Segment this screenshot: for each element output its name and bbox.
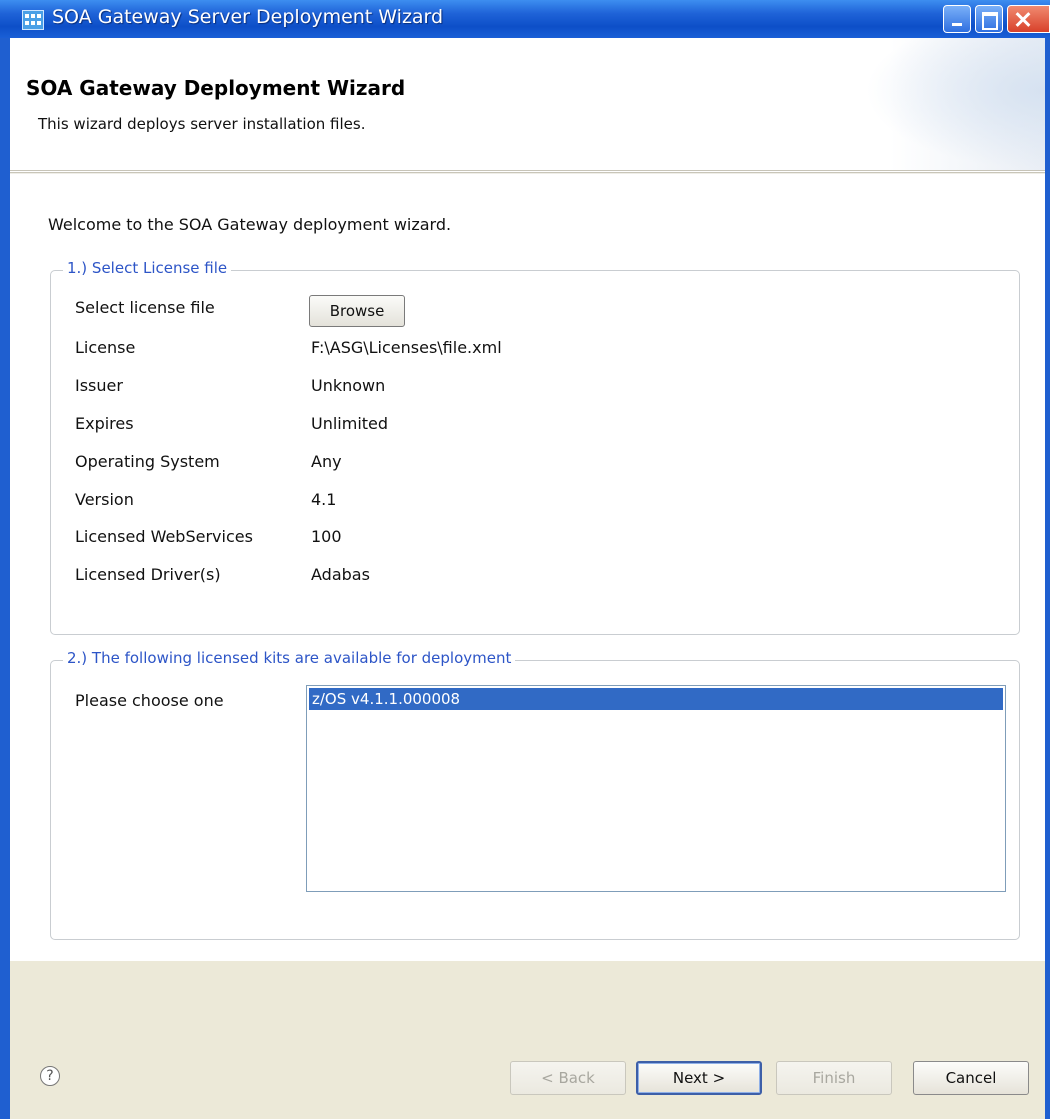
kits-group: 2.) The following licensed kits are avai… — [50, 649, 1020, 940]
expires-label: Expires — [75, 414, 134, 433]
operating-system-label: Operating System — [75, 452, 220, 471]
choose-kit-label: Please choose one — [75, 691, 224, 710]
version-value: 4.1 — [311, 490, 337, 509]
wizard-description: This wizard deploys server installation … — [38, 115, 366, 133]
licensed-drivers-label: Licensed Driver(s) — [75, 565, 221, 584]
minimize-button[interactable] — [943, 5, 971, 33]
operating-system-value: Any — [311, 452, 342, 471]
licensed-webservices-label: Licensed WebServices — [75, 527, 253, 546]
finish-button[interactable]: Finish — [776, 1061, 892, 1095]
license-group-legend: 1.) Select License file — [63, 259, 232, 277]
welcome-text: Welcome to the SOA Gateway deployment wi… — [48, 215, 452, 234]
expires-value: Unlimited — [311, 414, 389, 433]
next-button[interactable]: Next > — [636, 1061, 762, 1095]
cancel-button[interactable]: Cancel — [913, 1061, 1029, 1095]
select-license-label: Select license file — [75, 298, 215, 317]
wizard-title: SOA Gateway Deployment Wizard — [26, 76, 406, 100]
license-group: 1.) Select License file Select license f… — [50, 259, 1020, 635]
issuer-value: Unknown — [311, 376, 386, 395]
kits-group-legend: 2.) The following licensed kits are avai… — [63, 649, 516, 667]
wizard-footer: ? < Back Next > Finish Cancel — [10, 961, 1045, 1119]
window-title: SOA Gateway Server Deployment Wizard — [52, 6, 444, 28]
help-icon[interactable]: ? — [40, 1066, 60, 1086]
licensed-drivers-value: Adabas — [311, 565, 370, 584]
back-button[interactable]: < Back — [510, 1061, 626, 1095]
close-button[interactable] — [1007, 5, 1050, 33]
window-border-left — [0, 38, 10, 1119]
maximize-button[interactable] — [975, 5, 1003, 33]
version-label: Version — [75, 490, 134, 509]
issuer-label: Issuer — [75, 376, 123, 395]
browse-button[interactable]: Browse — [309, 295, 405, 327]
window-border-right — [1045, 38, 1050, 1119]
license-value: F:\ASG\Licenses\file.xml — [311, 338, 502, 357]
licensed-webservices-value: 100 — [311, 527, 342, 546]
kit-list[interactable]: z/OS v4.1.1.000008 — [306, 685, 1006, 892]
header-banner-shade — [865, 38, 1045, 170]
kit-list-item[interactable]: z/OS v4.1.1.000008 — [309, 688, 1003, 710]
app-icon — [22, 10, 44, 30]
wizard-window: SOA Gateway Server Deployment Wizard SOA… — [0, 0, 1050, 1119]
title-bar[interactable]: SOA Gateway Server Deployment Wizard — [0, 0, 1050, 38]
wizard-body: Welcome to the SOA Gateway deployment wi… — [10, 174, 1045, 961]
license-label: License — [75, 338, 136, 357]
wizard-header: SOA Gateway Deployment Wizard This wizar… — [10, 38, 1045, 171]
